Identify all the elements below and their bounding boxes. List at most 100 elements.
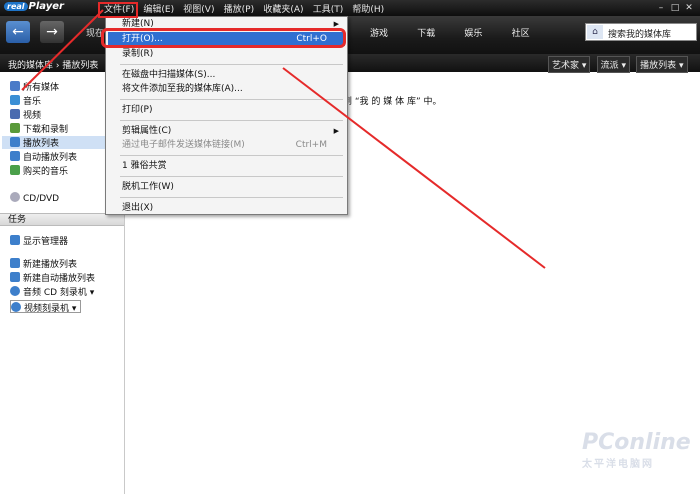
- menu-item-email-link: 通过电子邮件发送媒体链接(M) Ctrl+M: [108, 138, 345, 152]
- task-label: 音频 CD 刻录机 ▾: [23, 288, 95, 298]
- sidebar-item-label: 所有媒体: [23, 83, 60, 93]
- close-icon[interactable]: ✕: [682, 3, 696, 14]
- window-controls: – □ ✕: [654, 2, 696, 14]
- new-playlist-icon: [10, 258, 20, 268]
- back-button[interactable]: ←: [6, 21, 30, 43]
- search-text: 搜索我的媒体库: [608, 30, 672, 40]
- menu-item-label: 剪辑属性(C): [122, 126, 172, 136]
- playlist-icon: [10, 137, 20, 147]
- menu-bar: 文件(F) 编辑(E) 视图(V) 播放(P) 收藏夹(A) 工具(T) 帮助(…: [104, 2, 390, 15]
- menu-item-add-to-library[interactable]: 将文件添加至我的媒体库(A)...: [108, 82, 345, 96]
- menu-help[interactable]: 帮助(H): [352, 5, 384, 15]
- new-auto-playlist-icon: [10, 272, 20, 282]
- sidebar-item-purchased[interactable]: 购买的音乐: [10, 164, 68, 177]
- disc-icon: [10, 192, 20, 202]
- manager-icon: [10, 235, 20, 245]
- menu-separator: [120, 120, 343, 121]
- task-label: 显示管理器: [23, 237, 69, 247]
- sidebar-item-video[interactable]: 视频: [10, 108, 41, 121]
- task-audio-cd-burner[interactable]: 音频 CD 刻录机 ▾: [10, 285, 94, 298]
- menu-item-record[interactable]: 录制(R): [108, 47, 345, 61]
- task-new-playlist[interactable]: 新建播放列表: [10, 257, 77, 270]
- tab-community[interactable]: 社区: [512, 29, 530, 39]
- artist-dropdown[interactable]: 艺术家 ▾: [548, 56, 591, 73]
- nav-tabs: 游戏 下载 娱乐 社区: [370, 26, 556, 39]
- shortcut-label: Ctrl+M: [295, 140, 327, 150]
- task-video-burner[interactable]: 视频刻录机 ▾: [10, 300, 82, 314]
- menu-play[interactable]: 播放(P): [224, 5, 254, 15]
- music-icon: [10, 95, 20, 105]
- task-label: 新建自动播放列表: [23, 274, 96, 284]
- realplayer-window: real Player 文件(F) 编辑(E) 视图(V) 播放(P) 收藏夹(A…: [0, 0, 700, 494]
- sidebar-item-label: 自动播放列表: [23, 153, 78, 163]
- tab-games[interactable]: 游戏: [370, 29, 388, 39]
- genre-dropdown[interactable]: 流派 ▾: [596, 56, 630, 73]
- sidebar-item-music[interactable]: 音乐: [10, 94, 41, 107]
- minimize-icon[interactable]: –: [654, 3, 668, 14]
- filter-dropdowns: 艺术家 ▾ 流派 ▾ 播放列表 ▾: [548, 56, 691, 73]
- sidebar-item-downloads[interactable]: 下载和录制: [10, 122, 68, 135]
- menu-separator: [120, 99, 343, 100]
- sidebar-item-label: 购买的音乐: [23, 167, 69, 177]
- search-input[interactable]: ⌂ 搜索我的媒体库: [585, 23, 697, 41]
- sidebar-item-label: 播放列表: [23, 139, 60, 149]
- menu-item-label: 录制(R): [122, 49, 154, 59]
- menu-item-label: 1 雅俗共赏: [122, 161, 167, 171]
- menu-separator: [120, 155, 343, 156]
- menu-tools[interactable]: 工具(T): [313, 5, 344, 15]
- main-message: 到 “我 的 媒 体 库” 中。: [343, 97, 442, 107]
- task-label: 视频刻录机 ▾: [24, 304, 77, 314]
- menu-edit[interactable]: 编辑(E): [143, 5, 174, 15]
- cd-burner-icon: [10, 286, 20, 296]
- highlight-box-open: [101, 28, 346, 48]
- realplayer-logo: real Player: [4, 1, 64, 15]
- menu-item-label: 将文件添加至我的媒体库(A)...: [122, 84, 243, 94]
- watermark-sub: 太平洋电脑网: [582, 459, 654, 470]
- highlight-box-file-menu: [98, 2, 138, 18]
- menu-item-label: 打印(P): [122, 105, 153, 115]
- menu-item-recent-1[interactable]: 1 雅俗共赏: [108, 159, 345, 173]
- sidebar-item-label: 音乐: [23, 97, 42, 107]
- menu-item-label: 脱机工作(W): [122, 182, 174, 192]
- sidebar-item-label: 视频: [23, 111, 42, 121]
- sidebar-item-label: CD/DVD: [23, 194, 60, 204]
- watermark-logo: PConline: [582, 430, 691, 455]
- task-new-auto-playlist[interactable]: 新建自动播放列表: [10, 271, 95, 284]
- menu-item-label: 在磁盘中扫描媒体(S)...: [122, 70, 216, 80]
- video-burner-icon: [11, 302, 21, 312]
- playlist-dropdown[interactable]: 播放列表 ▾: [636, 56, 688, 73]
- sidebar-item-label: 下载和录制: [23, 125, 69, 135]
- menu-item-work-offline[interactable]: 脱机工作(W): [108, 180, 345, 194]
- forward-button[interactable]: →: [40, 21, 64, 43]
- menu-item-clip-properties[interactable]: 剪辑属性(C) ▶: [108, 124, 345, 138]
- task-display-manager[interactable]: 显示管理器: [10, 234, 68, 247]
- video-icon: [10, 109, 20, 119]
- menu-item-scan-disk[interactable]: 在磁盘中扫描媒体(S)...: [108, 68, 345, 82]
- sidebar-item-auto-playlists[interactable]: 自动播放列表: [10, 150, 77, 163]
- menu-item-print[interactable]: 打印(P): [108, 103, 345, 117]
- menu-view[interactable]: 视图(V): [183, 5, 214, 15]
- menu-separator: [120, 64, 343, 65]
- back-arrow-icon: ←: [12, 24, 24, 40]
- breadcrumb[interactable]: 我的媒体库 › 播放列表: [8, 58, 98, 71]
- menu-separator: [120, 197, 343, 198]
- logo-text: real: [4, 2, 28, 11]
- menu-separator: [120, 176, 343, 177]
- menu-item-label: 通过电子邮件发送媒体链接(M): [122, 140, 245, 150]
- menu-item-exit[interactable]: 退出(X): [108, 201, 345, 215]
- sidebar-item-all-media[interactable]: 所有媒体: [10, 80, 59, 93]
- tab-downloads[interactable]: 下载: [417, 29, 435, 39]
- home-icon[interactable]: ⌂: [587, 25, 603, 39]
- submenu-arrow-icon: ▶: [333, 127, 339, 135]
- menu-favorites[interactable]: 收藏夹(A): [263, 5, 303, 15]
- logo-sub: Player: [28, 1, 64, 12]
- tab-entertainment[interactable]: 娱乐: [464, 29, 482, 39]
- all-media-icon: [10, 81, 20, 91]
- menu-item-label: 退出(X): [122, 203, 154, 213]
- maximize-icon[interactable]: □: [668, 3, 682, 14]
- sidebar-item-cd-dvd[interactable]: CD/DVD: [10, 192, 59, 205]
- task-label: 新建播放列表: [23, 260, 78, 270]
- auto-playlist-icon: [10, 151, 20, 161]
- watermark: PConline 太平洋电脑网: [582, 430, 691, 470]
- purchased-music-icon: [10, 165, 20, 175]
